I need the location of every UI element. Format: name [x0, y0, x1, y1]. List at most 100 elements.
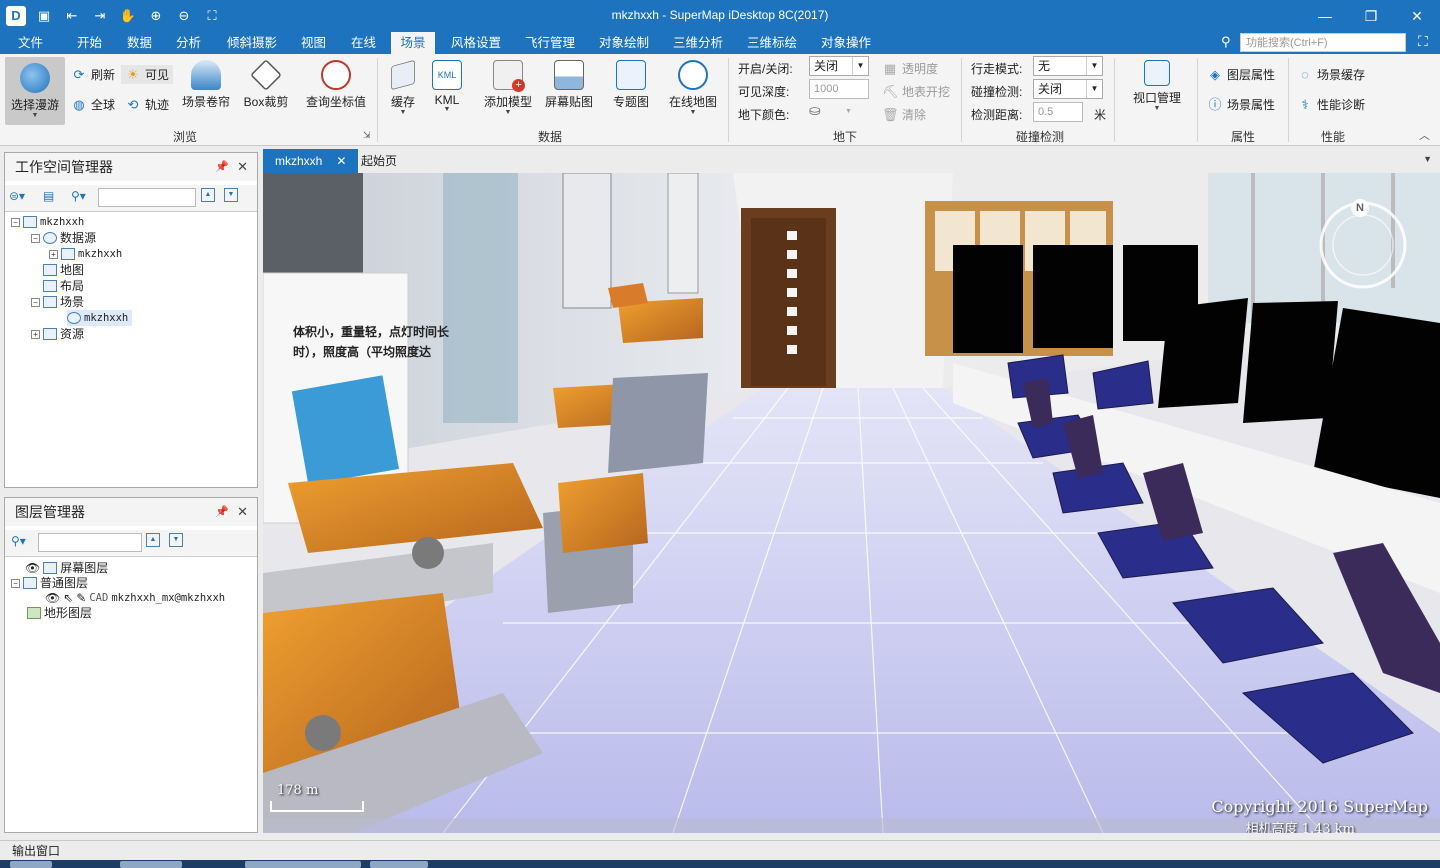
- tab-3d-analysis[interactable]: 三维分析: [667, 32, 729, 54]
- scene-roll-icon: [191, 60, 221, 90]
- refresh-icon: ⟳: [73, 66, 85, 82]
- collapse-ribbon-icon[interactable]: ︿: [1419, 127, 1430, 143]
- tab-online[interactable]: 在线: [345, 32, 382, 54]
- thematic-map-icon: [616, 60, 646, 90]
- eye-icon[interactable]: 👁: [25, 560, 40, 576]
- tab-scene-document[interactable]: mkzhxxh ✕: [263, 149, 359, 173]
- tree-node-resources[interactable]: + 资源: [31, 326, 84, 342]
- tab-view[interactable]: 视图: [295, 32, 332, 54]
- walk-mode-combo[interactable]: 无 ▼: [1033, 56, 1103, 76]
- minimize-button[interactable]: —: [1302, 0, 1348, 32]
- visible-toggle[interactable]: ☀ 可见: [121, 65, 174, 84]
- tree-node-layouts[interactable]: 布局: [43, 278, 84, 294]
- cache-ring-icon: ◌: [1301, 66, 1309, 82]
- globe-icon: ◍: [73, 96, 85, 112]
- refresh-button[interactable]: ⟳ 刷新: [71, 66, 115, 83]
- tree-node-maps[interactable]: 地图: [43, 262, 84, 278]
- viewport-management-button[interactable]: 视口管理 ▼: [1126, 60, 1188, 112]
- tab-scene[interactable]: 场景: [391, 32, 435, 54]
- tab-3d-plotting[interactable]: 三维标绘: [741, 32, 803, 54]
- close-icon[interactable]: ✕: [336, 154, 346, 168]
- layer-search-input[interactable]: [38, 533, 142, 552]
- tab-style-settings[interactable]: 风格设置: [445, 32, 507, 54]
- search-icon[interactable]: ⚲▾: [11, 534, 26, 548]
- visible-depth-input[interactable]: 1000: [809, 79, 869, 99]
- check-distance-input[interactable]: 0.5: [1033, 102, 1083, 122]
- workspace-search-input[interactable]: [98, 188, 196, 207]
- tab-start-page[interactable]: 起始页: [349, 149, 409, 173]
- scene-viewport[interactable]: 体积小，重量轻，点灯时间长 时），照度高（平均照度达 N 178 m Copyr…: [263, 173, 1440, 833]
- up-arrow-icon[interactable]: ▲: [201, 188, 215, 202]
- clear-button[interactable]: 🗑 清除: [882, 106, 926, 123]
- scene-cache-button[interactable]: ◌ 场景缓存: [1297, 66, 1365, 83]
- tab-analysis[interactable]: 分析: [170, 32, 207, 54]
- box-clip-button[interactable]: Box裁剪: [238, 59, 294, 110]
- on-off-combo[interactable]: 关闭 ▼: [809, 56, 869, 76]
- kml-icon: KML: [432, 60, 462, 90]
- edit-pencil-icon[interactable]: ✎: [76, 590, 86, 606]
- close-icon[interactable]: ✕: [237, 153, 248, 181]
- surface-excavation-button[interactable]: ⛏ 地表开挖: [882, 83, 950, 100]
- eye-icon[interactable]: 👁: [45, 590, 60, 606]
- taskbar-item[interactable]: [245, 861, 361, 868]
- terrain-icon: [27, 607, 41, 619]
- tab-object-operation[interactable]: 对象操作: [815, 32, 877, 54]
- collision-check-combo[interactable]: 关闭 ▼: [1033, 79, 1103, 99]
- output-window-tab[interactable]: 输出窗口: [0, 840, 1440, 860]
- restore-button[interactable]: ❐: [1348, 0, 1394, 32]
- pin-icon[interactable]: 📌: [215, 153, 229, 181]
- tab-start[interactable]: 开始: [71, 32, 108, 54]
- document-tabs: mkzhxxh ✕ 起始页 ▼: [263, 149, 1440, 173]
- tab-oblique-photography[interactable]: 倾斜摄影: [221, 32, 283, 54]
- paint-bucket-icon[interactable]: ⛀: [809, 102, 821, 119]
- screen-layer-button[interactable]: 屏幕贴图: [541, 60, 597, 110]
- taskbar-item[interactable]: [120, 861, 182, 868]
- online-map-button[interactable]: 在线地图 ▼: [665, 60, 721, 116]
- taskbar-item[interactable]: [370, 861, 428, 868]
- workspace-open-icon[interactable]: ⊜▾: [9, 189, 25, 203]
- query-coordinate-button[interactable]: 查询坐标值: [300, 60, 372, 110]
- tab-data[interactable]: 数据: [121, 32, 158, 54]
- tab-file[interactable]: 文件: [12, 32, 49, 54]
- add-model-button[interactable]: + 添加模型 ▼: [479, 60, 537, 116]
- performance-diagnostics-button[interactable]: ⚕ 性能诊断: [1297, 96, 1365, 113]
- compass-north-icon[interactable]: N: [1351, 199, 1369, 217]
- down-arrow-icon[interactable]: ▼: [169, 533, 183, 547]
- fullscreen-icon[interactable]: ⛶: [1418, 33, 1428, 50]
- thematic-map-button[interactable]: 专题图: [608, 60, 654, 110]
- full-globe-button[interactable]: ◍ 全球: [71, 96, 115, 113]
- tab-list-dropdown-icon[interactable]: ▼: [1423, 154, 1432, 164]
- pin-icon[interactable]: 📌: [215, 498, 229, 526]
- layer-node-normal[interactable]: − 普通图层: [11, 575, 88, 591]
- kml-button[interactable]: KML KML ▼: [427, 60, 467, 113]
- tree-node-workspace[interactable]: − mkzhxxh: [11, 214, 84, 230]
- tree-node-scenes[interactable]: − 场景: [31, 294, 84, 310]
- search-icon[interactable]: ⚲▾: [71, 189, 86, 203]
- tab-flight-management[interactable]: 飞行管理: [519, 32, 581, 54]
- dialog-launcher-icon[interactable]: ⇲: [363, 130, 371, 141]
- scene-render[interactable]: [263, 173, 1440, 833]
- down-arrow-icon[interactable]: ▼: [224, 188, 238, 202]
- start-button[interactable]: [10, 861, 52, 868]
- transparency-button[interactable]: ▦ 透明度: [882, 60, 938, 77]
- scene-attributes-button[interactable]: ⓘ 场景属性: [1207, 96, 1275, 113]
- selectable-cursor-icon[interactable]: ⇖: [63, 590, 73, 606]
- layer-node-screen[interactable]: 👁 屏幕图层: [25, 560, 108, 576]
- up-arrow-icon[interactable]: ▲: [146, 533, 160, 547]
- scene-roll-button[interactable]: 场景卷帘: [178, 60, 234, 110]
- tab-object-drawing[interactable]: 对象绘制: [593, 32, 655, 54]
- tree-node-datasources[interactable]: − 数据源: [31, 230, 96, 246]
- close-icon[interactable]: ✕: [237, 498, 248, 526]
- workspace-save-icon[interactable]: ▤: [43, 189, 54, 203]
- layer-node-terrain[interactable]: 地形图层: [27, 605, 92, 621]
- color-dropdown-icon[interactable]: ▼: [845, 108, 852, 115]
- layer-node-cad[interactable]: 👁 ⇖ ✎ CAD mkzhxxh_mx@mkzhxxh: [45, 590, 225, 606]
- tree-node-datasource[interactable]: + mkzhxxh: [49, 246, 122, 262]
- close-button[interactable]: ✕: [1394, 0, 1440, 32]
- select-roam-button[interactable]: 选择漫游 ▼: [5, 57, 65, 125]
- cache-button[interactable]: 缓存 ▼: [383, 59, 423, 116]
- tree-node-scene-item[interactable]: mkzhxxh: [67, 310, 133, 326]
- layer-attributes-button[interactable]: ◈ 图层属性: [1207, 66, 1275, 83]
- track-button[interactable]: ⟲ 轨迹: [125, 96, 169, 113]
- function-search-input[interactable]: 功能搜索(Ctrl+F): [1240, 33, 1406, 52]
